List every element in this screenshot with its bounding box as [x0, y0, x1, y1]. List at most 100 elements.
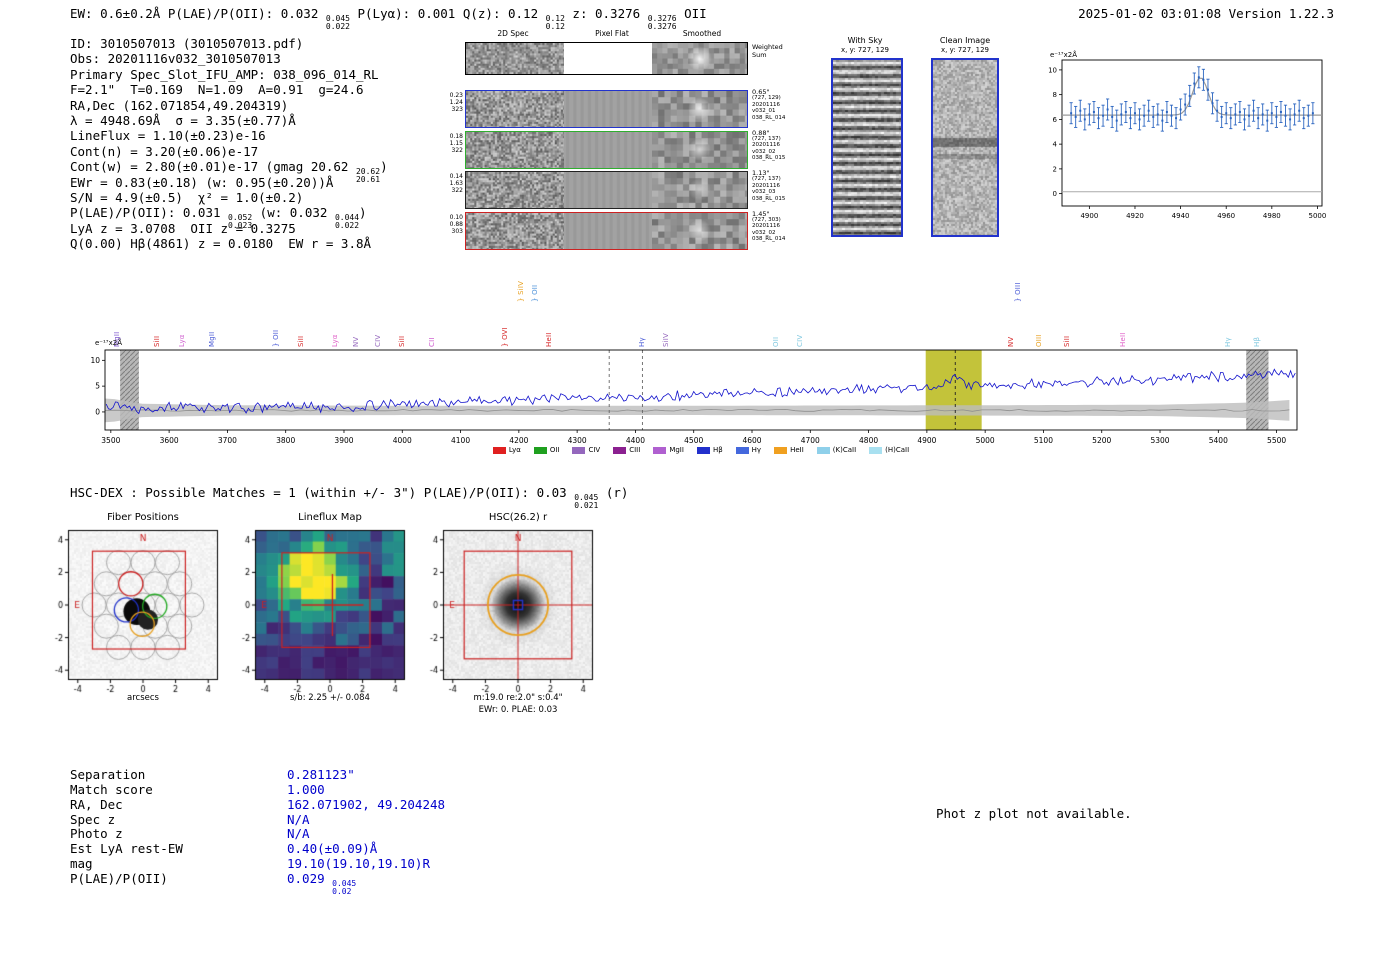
- info-line-14: Q(0.00) Hβ(4861) z = 0.0180 EW r = 3.8Å: [70, 236, 372, 252]
- row-info-line: (727, 137): [752, 176, 781, 183]
- table-row-value: 1.000: [287, 781, 325, 797]
- data-point: [1079, 109, 1082, 112]
- data-point: [1284, 114, 1287, 117]
- data-point: [1193, 82, 1196, 85]
- cutout-row: [465, 171, 748, 209]
- data-point: [1302, 117, 1305, 120]
- data-point: [1124, 110, 1127, 113]
- table-row: Photo z N/A: [70, 826, 445, 841]
- col-header-smoothed: Smoothed: [682, 29, 722, 38]
- legend-label: HeII: [790, 446, 804, 454]
- table-row-value: 0.029 0.045 0.02: [287, 870, 357, 896]
- spec-ytick-label: 5: [95, 382, 100, 391]
- data-point: [1138, 118, 1141, 121]
- data-point: [1161, 119, 1164, 122]
- info-line-8: Cont(n) = 3.20(±0.06)e-17: [70, 143, 259, 159]
- cutout-row: [465, 90, 748, 128]
- data-point: [1111, 115, 1114, 118]
- legend-item-H: Hγ: [735, 446, 762, 454]
- data-point: [1106, 108, 1109, 111]
- table-row: Match score 1.000: [70, 782, 445, 797]
- metric-value: 1.63: [449, 180, 463, 188]
- spec2d-image: [466, 131, 564, 168]
- with-sky-image: [831, 58, 903, 237]
- data-point: [1307, 114, 1310, 117]
- table-row-value: N/A: [287, 826, 310, 842]
- fit-axes-frame: [1061, 59, 1323, 207]
- table-row-value: N/A: [287, 811, 310, 827]
- data-point: [1234, 113, 1237, 116]
- data-point: [1088, 113, 1091, 116]
- info-line-4: F=2.1" T=0.169 N=1.09 A=0.91 g=24.6: [70, 82, 364, 98]
- row-left-metrics: 0.14 1.63 322: [430, 173, 463, 195]
- info-line-3: Primary Spec_Slot_IFU_AMP: 038_096_014_R…: [70, 66, 379, 82]
- table-row: mag 19.10(19.10,19.10)R: [70, 856, 445, 871]
- spectrum-axes-frame: [104, 349, 1298, 431]
- pixelflat-image: [564, 212, 652, 249]
- metric-value: 0.10: [449, 213, 463, 221]
- table-row-label: Separation: [70, 767, 146, 782]
- cutouts-2d-section: 2D Spec Pixel Flat Smoothed Weighted Sum 0.23…: [430, 26, 802, 258]
- smoothed-image: [652, 172, 747, 208]
- legend-label: Hγ: [751, 446, 762, 454]
- row-right-info: 0.65" (727, 129) 20201116 v032_01 038_RL_014: [752, 89, 785, 121]
- info-line-7: LineFlux = 1.10(±0.23)e-16: [70, 128, 266, 144]
- metric-value: 323: [451, 106, 463, 114]
- data-point: [1206, 88, 1209, 91]
- data-point: [1257, 117, 1260, 120]
- table-row: Spec z N/A: [70, 812, 445, 827]
- clean-image-title: Clean Image: [939, 36, 991, 45]
- line-fit-plot: e⁻¹⁷x2Å 0 2 4 6 8 10 4900 4920 4940 4960 4980 5000: [1048, 50, 1327, 220]
- data-point: [1179, 108, 1182, 111]
- stacked-range: 0.045 0.022: [325, 14, 350, 31]
- table-row-label: Spec z: [70, 811, 116, 827]
- spectrum-ylabel: e⁻¹⁷x2Å: [95, 338, 122, 347]
- hsc-cutout-canvas: [411, 528, 601, 696]
- spectrum-legend: Lyα OII CIV CIII MgII Hβ Hγ HeII (K)CaII (H)CaII: [105, 444, 1297, 456]
- data-point: [1102, 114, 1105, 117]
- fit-xtick-label: 5000: [1309, 212, 1327, 220]
- fit-ytick-label: 8: [1053, 91, 1057, 99]
- info-line-9: Cont(w) = 2.80(±0.01)e-17 (gmag 20.62 20…: [70, 159, 388, 184]
- fiber-map-canvas: [36, 528, 226, 696]
- data-point: [1156, 113, 1159, 116]
- info-line-2: Obs: 20201116v032_3010507013: [70, 51, 281, 67]
- row-info-line: 038_RL_014: [752, 114, 786, 121]
- table-row-value: 0.281123": [287, 767, 355, 782]
- table-row: Est LyA rest-EW 0.40(±0.09)Å: [70, 841, 445, 856]
- data-point: [1279, 110, 1282, 113]
- spec-ytick-label: 0: [95, 407, 100, 416]
- line-label-OII: } OII: [530, 284, 539, 302]
- legend-item-OII: OII: [533, 446, 560, 454]
- legend-label: MgII: [669, 446, 684, 454]
- fiber-map-title: Fiber Positions: [107, 512, 179, 523]
- table-row-label: Est LyA rest-EW: [70, 841, 183, 857]
- line-label-OIII: } OIII: [1014, 282, 1023, 302]
- with-sky-title: With Sky: [847, 36, 883, 45]
- info-line-11: S/N = 4.9(±0.5) χ² = 1.0(±0.2): [70, 189, 304, 205]
- info-line-6: λ = 4948.69Å σ = 3.35(±0.77)Å: [70, 112, 296, 128]
- row-right-info: 1.45" (727, 303) 20201116 v032_02 038_RL_014: [752, 210, 785, 243]
- row-left-metrics: 0.18 1.15 322: [430, 133, 463, 155]
- col-header-pixel-flat: Pixel Flat: [595, 29, 629, 38]
- table-row-label: Match score: [70, 781, 153, 797]
- hsc-caption-2: EWr: 0. PLAE: 0.03: [478, 705, 558, 715]
- weighted-sum-label: Weighted Sum: [752, 43, 783, 59]
- legend-label: OII: [549, 446, 560, 454]
- data-point: [1197, 76, 1200, 79]
- data-point: [1133, 112, 1136, 115]
- metric-value: 0.88: [449, 220, 463, 228]
- legend-item-H: Hβ: [696, 446, 723, 454]
- data-point: [1165, 110, 1168, 113]
- stacked-range: 0.045 0.02: [332, 878, 357, 896]
- data-point: [1248, 114, 1251, 117]
- data-point: [1289, 118, 1292, 121]
- clean-image-coords: x, y: 727, 129: [941, 46, 989, 54]
- legend-item-Ly: Lyα: [492, 446, 521, 454]
- data-point: [1293, 113, 1296, 116]
- weighted-sum-strip: [465, 42, 748, 75]
- metric-value: 322: [451, 187, 463, 195]
- pixelflat-image: [564, 91, 652, 127]
- table-row: RA, Dec 162.071902, 49.204248: [70, 797, 445, 812]
- metric-value: 0.14: [449, 173, 463, 180]
